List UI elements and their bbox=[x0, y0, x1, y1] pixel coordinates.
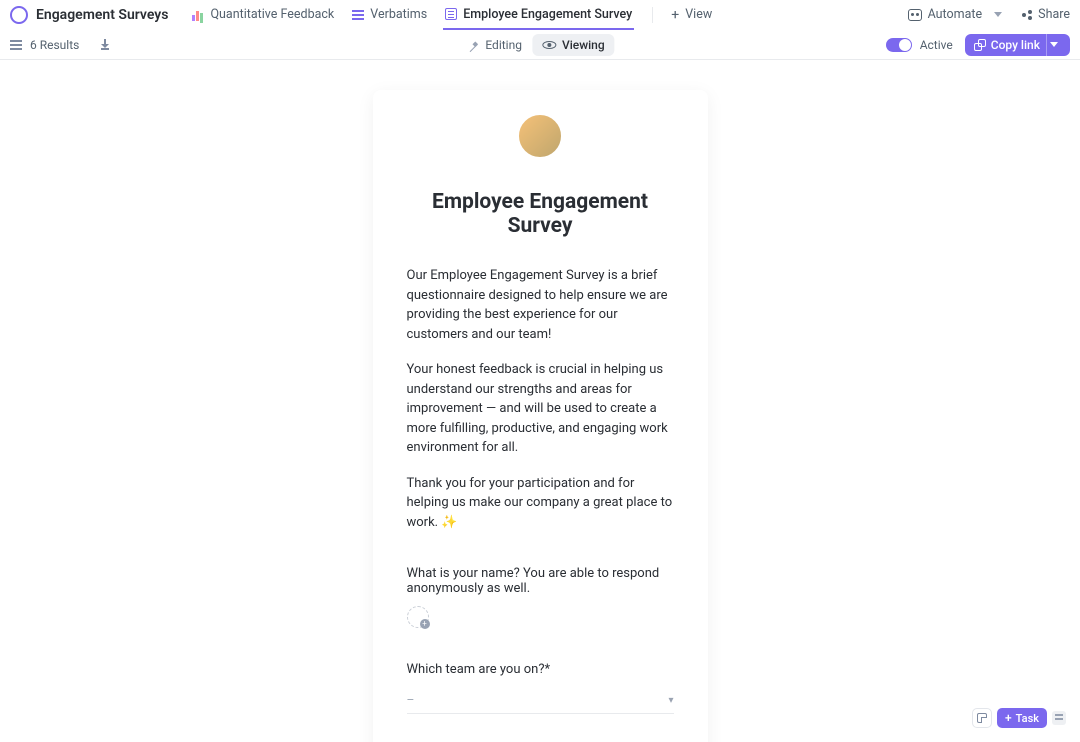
plus-icon: + bbox=[420, 619, 430, 629]
results-button[interactable]: 6 Results bbox=[10, 38, 79, 52]
download-icon[interactable] bbox=[99, 39, 111, 51]
add-view-button[interactable]: + View bbox=[671, 7, 712, 22]
share-icon bbox=[1022, 10, 1032, 20]
form-canvas: Employee Engagement Survey Our Employee … bbox=[0, 60, 1080, 742]
top-bar: Engagement Surveys Quantitative Feedback… bbox=[0, 0, 1080, 30]
chevron-down-icon bbox=[1050, 42, 1058, 47]
tab-label: Employee Engagement Survey bbox=[463, 7, 632, 22]
brand-logo-icon bbox=[10, 6, 28, 24]
results-label: 6 Results bbox=[30, 38, 79, 52]
view-tabs: Quantitative Feedback Verbatims Employee… bbox=[190, 0, 712, 29]
copy-link-label: Copy link bbox=[991, 38, 1040, 52]
add-view-label: View bbox=[685, 7, 712, 22]
form-avatar bbox=[516, 112, 564, 160]
link-icon bbox=[975, 40, 985, 50]
form-card: Employee Engagement Survey Our Employee … bbox=[373, 90, 708, 742]
viewing-label: Viewing bbox=[562, 38, 605, 52]
editing-mode-button[interactable]: Editing bbox=[485, 38, 522, 52]
active-toggle[interactable] bbox=[886, 38, 912, 52]
select-placeholder: – bbox=[407, 693, 415, 707]
share-label: Share bbox=[1038, 7, 1070, 22]
hamburger-icon bbox=[10, 40, 22, 50]
tab-label: Quantitative Feedback bbox=[210, 7, 334, 22]
new-task-fab[interactable]: + Task bbox=[997, 708, 1047, 728]
fab-group: + Task bbox=[972, 708, 1066, 728]
chevron-down-icon: ▾ bbox=[668, 695, 673, 706]
intro-paragraph: Your honest feedback is crucial in helpi… bbox=[407, 360, 674, 458]
tab-verbatims[interactable]: Verbatims bbox=[350, 0, 429, 29]
bar-chart-icon bbox=[192, 9, 204, 21]
team-select[interactable]: – ▾ bbox=[407, 687, 674, 714]
viewing-mode-button[interactable]: Viewing bbox=[532, 34, 615, 56]
intro-paragraph: Our Employee Engagement Survey is a brie… bbox=[407, 266, 674, 344]
chevron-down-icon bbox=[994, 12, 1002, 17]
share-button[interactable]: Share bbox=[1022, 7, 1070, 22]
tab-label: Verbatims bbox=[370, 7, 427, 22]
notepad-fab[interactable] bbox=[972, 708, 992, 728]
automate-button[interactable]: Automate bbox=[908, 7, 1003, 22]
list-icon bbox=[352, 9, 364, 21]
tab-quantitative-feedback[interactable]: Quantitative Feedback bbox=[190, 0, 336, 29]
active-label: Active bbox=[920, 38, 953, 52]
pencil-icon bbox=[463, 37, 477, 51]
plus-icon: + bbox=[1005, 711, 1012, 725]
plus-icon: + bbox=[671, 8, 679, 22]
apps-fab[interactable] bbox=[1052, 711, 1066, 725]
copy-link-button[interactable]: Copy link bbox=[965, 34, 1070, 56]
divider bbox=[652, 7, 653, 23]
automate-label: Automate bbox=[928, 7, 983, 22]
copy-link-menu-button[interactable] bbox=[1046, 34, 1060, 56]
eye-icon bbox=[542, 41, 556, 49]
question-team: Which team are you on?* bbox=[407, 662, 674, 677]
task-label: Task bbox=[1016, 712, 1039, 725]
form-title: Employee Engagement Survey bbox=[407, 190, 674, 238]
tab-employee-engagement-survey[interactable]: Employee Engagement Survey bbox=[443, 1, 634, 30]
mode-switch: Editing Viewing bbox=[465, 34, 614, 56]
form-description: Our Employee Engagement Survey is a brie… bbox=[407, 266, 674, 532]
robot-icon bbox=[908, 9, 922, 21]
assignee-input[interactable]: + bbox=[407, 606, 429, 628]
intro-paragraph: Thank you for your participation and for… bbox=[407, 474, 674, 533]
form-icon bbox=[445, 8, 457, 20]
page-title: Engagement Surveys bbox=[36, 7, 168, 23]
question-name: What is your name? You are able to respo… bbox=[407, 566, 674, 596]
note-icon bbox=[977, 713, 987, 723]
toolbar: 6 Results Editing Viewing Active Copy li… bbox=[0, 30, 1080, 60]
